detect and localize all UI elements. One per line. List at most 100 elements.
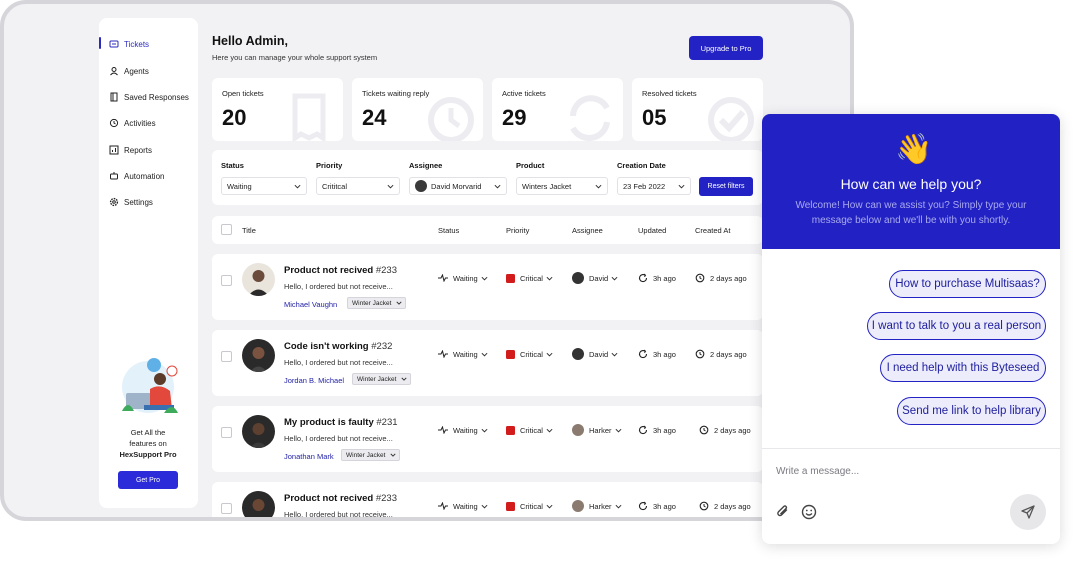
chevron-down-icon	[546, 276, 553, 281]
row-checkbox[interactable]	[221, 275, 232, 286]
avatar	[415, 180, 427, 192]
paperclip-icon[interactable]	[774, 503, 792, 521]
table-row[interactable]: Product not recived #233 Hello, I ordere…	[212, 482, 763, 517]
updated-value: 3h ago	[653, 349, 676, 359]
get-pro-button[interactable]: Get Pro	[118, 471, 178, 489]
chat-subtitle: Welcome! How can we assist you? Simply t…	[795, 200, 1027, 226]
stat-value: 20	[222, 105, 247, 130]
priority-dropdown[interactable]: Critical	[506, 424, 553, 436]
status-dropdown[interactable]: Waiting	[438, 348, 488, 360]
updated-cell: 3h ago	[638, 424, 676, 436]
assignee-dropdown[interactable]: David	[572, 348, 618, 360]
assignee-value: Harker	[589, 425, 612, 435]
reset-filters-button[interactable]: Reset filters	[699, 177, 753, 196]
assignee-filter-select[interactable]: David Morvarid	[409, 177, 507, 195]
stat-card-waiting: Tickets waiting reply 24	[352, 78, 483, 141]
send-button[interactable]	[1010, 494, 1046, 530]
assignee-dropdown[interactable]: David	[572, 272, 618, 284]
promo-product-name: HexSupport Pro	[119, 450, 177, 459]
dashboard-window: Tickets Agents Saved Responses Activitie…	[0, 0, 854, 521]
sidebar-item-settings[interactable]: Settings	[99, 191, 198, 213]
priority-indicator	[506, 273, 515, 283]
upgrade-button[interactable]: Upgrade to Pro	[689, 36, 763, 60]
priority-filter-value: Crititcal	[322, 181, 348, 191]
avatar	[242, 491, 275, 517]
product-tag[interactable]: Winter Jacket	[347, 297, 407, 309]
ticket-author[interactable]: Jordan B. Michael	[284, 376, 344, 385]
priority-dropdown[interactable]: Critical	[506, 500, 553, 512]
avatar	[572, 348, 584, 360]
quick-reply-button[interactable]: I want to talk to you a real person	[867, 312, 1046, 340]
table-row[interactable]: Product not recived #233 Hello, I ordere…	[212, 254, 763, 320]
created-value: 2 days ago	[710, 349, 747, 359]
chevron-down-icon	[678, 184, 685, 189]
table-header: Title Status Priority Assignee Updated C…	[212, 216, 763, 244]
chevron-down-icon	[615, 504, 622, 509]
filter-label-assignee: Assignee	[409, 161, 443, 170]
sidebar-item-tickets[interactable]: Tickets	[99, 33, 198, 55]
clock-icon	[699, 501, 709, 511]
chevron-down-icon	[494, 184, 501, 189]
sidebar-item-label: Saved Responses	[124, 92, 189, 102]
column-header-created: Created At	[695, 226, 731, 235]
chevron-down-icon	[387, 184, 394, 189]
priority-indicator	[506, 501, 515, 511]
chevron-down-icon	[611, 276, 618, 281]
priority-filter-select[interactable]: Crititcal	[316, 177, 400, 195]
chevron-down-icon	[390, 453, 396, 457]
updated-value: 3h ago	[653, 501, 676, 511]
priority-dropdown[interactable]: Critical	[506, 272, 553, 284]
created-cell: 2 days ago	[695, 272, 747, 284]
sidebar-item-automation[interactable]: Automation	[99, 165, 198, 187]
sidebar-item-agents[interactable]: Agents	[99, 60, 198, 82]
refresh-icon	[638, 349, 648, 359]
product-filter-select[interactable]: Winters Jacket	[516, 177, 608, 195]
priority-dropdown[interactable]: Critical	[506, 348, 553, 360]
status-dropdown[interactable]: Waiting	[438, 424, 488, 436]
status-dropdown[interactable]: Waiting	[438, 500, 488, 512]
sidebar-item-saved-responses[interactable]: Saved Responses	[99, 86, 198, 108]
ticket-title[interactable]: My product is faulty #231	[284, 417, 398, 428]
row-checkbox[interactable]	[221, 503, 232, 514]
sidebar-item-label: Agents	[124, 66, 149, 76]
ticket-snippet: Hello, I ordered but not receive...	[284, 434, 393, 443]
status-value: Waiting	[453, 501, 478, 511]
assignee-dropdown[interactable]: Harker	[572, 500, 622, 512]
chevron-down-icon	[615, 428, 622, 433]
ticket-author[interactable]: Jonathan Mark	[284, 452, 334, 461]
emoji-icon[interactable]	[800, 503, 818, 521]
sidebar: Tickets Agents Saved Responses Activitie…	[99, 18, 198, 508]
table-row[interactable]: My product is faulty #231 Hello, I order…	[212, 406, 763, 472]
assignee-value: David	[589, 349, 609, 359]
product-tag[interactable]: Winter Jacket	[341, 449, 401, 461]
created-cell: 2 days ago	[695, 348, 747, 360]
divider	[762, 448, 1060, 449]
clock-icon	[699, 425, 709, 435]
sidebar-item-activities[interactable]: Activities	[99, 112, 198, 134]
row-checkbox[interactable]	[221, 427, 232, 438]
status-filter-value: Waiting	[227, 181, 252, 191]
product-tag[interactable]: Winter Jacket	[352, 373, 412, 385]
table-row[interactable]: Code isn't working #232 Hello, I ordered…	[212, 330, 763, 396]
created-value: 2 days ago	[710, 273, 747, 283]
sidebar-item-reports[interactable]: Reports	[99, 139, 198, 161]
ticket-title[interactable]: Product not recived #233	[284, 493, 397, 504]
ticket-author[interactable]: Michael Vaughn	[284, 300, 337, 309]
ticket-title[interactable]: Code isn't working #232	[284, 341, 392, 352]
quick-reply-button[interactable]: Send me link to help library	[897, 397, 1046, 425]
status-dropdown[interactable]: Waiting	[438, 272, 488, 284]
assignee-dropdown[interactable]: Harker	[572, 424, 622, 436]
ticket-title[interactable]: Product not recived #233	[284, 265, 397, 276]
select-all-checkbox[interactable]	[221, 224, 232, 235]
activity-icon	[438, 350, 448, 358]
stat-card-resolved: Resolved tickets 05	[632, 78, 763, 141]
stat-label: Active tickets	[502, 89, 546, 98]
priority-indicator	[506, 349, 515, 359]
quick-reply-button[interactable]: How to purchase Multisaas?	[889, 270, 1046, 298]
quick-reply-button[interactable]: I need help with this Byteseed	[880, 354, 1046, 382]
status-filter-select[interactable]: Waiting	[221, 177, 307, 195]
date-filter-select[interactable]: 23 Feb 2022	[617, 177, 691, 195]
message-input[interactable]	[776, 466, 996, 477]
row-checkbox[interactable]	[221, 351, 232, 362]
robot-icon	[109, 171, 119, 181]
